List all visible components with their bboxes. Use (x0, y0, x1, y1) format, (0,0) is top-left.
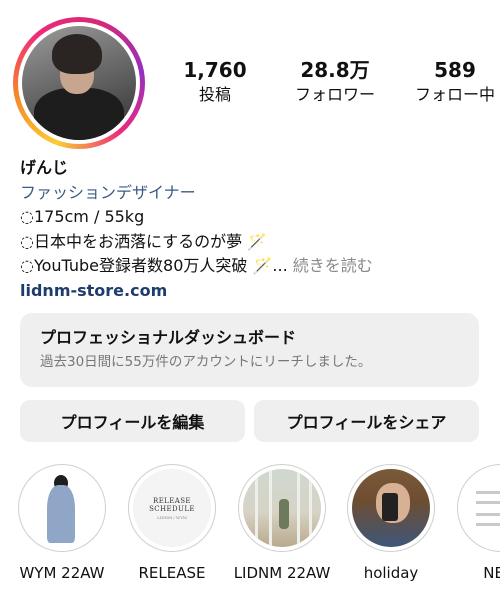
highlight-wym-22aw[interactable]: WYM 22AW (7, 464, 117, 582)
posts-stat[interactable]: 1,760 投稿 (175, 58, 255, 106)
posts-count: 1,760 (183, 58, 247, 82)
highlight-cover-image (23, 469, 101, 547)
highlight-ring: RELEASE SCHEDULE LIDNM / WYM (128, 464, 216, 552)
story-highlights: WYM 22AW RELEASE SCHEDULE LIDNM / WYM RE… (0, 464, 500, 600)
bio-line-text: ◌YouTube登録者数80万人突破 🪄... (20, 256, 288, 275)
dashboard-title: プロフェッショナルダッシュボード (40, 328, 297, 347)
profile-category: ファッションデザイナー (20, 182, 196, 202)
tree-trunk-shape (255, 469, 258, 547)
profile-action-buttons: プロフィールを編集 プロフィールをシェア (20, 400, 479, 442)
text-line-shape (476, 513, 500, 516)
highlight-ring (18, 464, 106, 552)
person-shape (279, 499, 289, 529)
tree-trunk-shape (297, 469, 300, 547)
tree-trunk-shape (269, 469, 272, 547)
following-count: 589 (434, 58, 476, 82)
avatar-inner (18, 22, 140, 144)
dashboard-subtitle: 過去30日間に55万件のアカウントにリーチしました。 (40, 354, 372, 370)
profile-stats: 1,760 投稿 28.8万 フォロワー 589 フォロー中 (175, 58, 495, 106)
highlight-label: NEW (483, 564, 500, 582)
profile-bio: げんじ ファッションデザイナー ◌175cm / 55kg ◌日本中をお洒落にす… (20, 156, 490, 303)
phone-shape (382, 493, 398, 521)
highlight-label: WYM 22AW (19, 564, 105, 582)
profile-avatar[interactable] (13, 17, 145, 149)
profile-website-link[interactable]: lidnm-store.com (20, 279, 490, 304)
followers-label: フォロワー (294, 85, 375, 104)
following-stat[interactable]: 589 フォロー中 (415, 58, 495, 106)
share-profile-button[interactable]: プロフィールをシェア (254, 400, 479, 442)
highlight-label: RELEASE (138, 564, 206, 582)
followers-stat[interactable]: 28.8万 フォロワー (295, 58, 375, 106)
profile-name: げんじ (20, 158, 69, 177)
highlight-label: holiday (363, 564, 419, 582)
avatar-body-shape (34, 88, 124, 140)
highlight-cover-image (243, 469, 321, 547)
highlight-cover-image (352, 469, 430, 547)
highlight-lidnm-22aw[interactable]: LIDNM 22AW (227, 464, 337, 582)
edit-profile-button[interactable]: プロフィールを編集 (20, 400, 245, 442)
bio-line: ◌日本中をお洒落にするのが夢 🪄 (20, 231, 268, 251)
release-cover-title: RELEASE SCHEDULE (149, 496, 195, 513)
text-line-shape (476, 491, 500, 494)
bio-line-truncated: ◌YouTube登録者数80万人突破 🪄... 続きを読む (20, 254, 490, 279)
highlight-release[interactable]: RELEASE SCHEDULE LIDNM / WYM RELEASE (117, 464, 227, 582)
highlight-new[interactable]: NEW (446, 464, 500, 582)
professional-dashboard-card[interactable]: プロフェッショナルダッシュボード 過去30日間に55万件のアカウントにリーチしま… (20, 313, 479, 387)
highlight-holiday[interactable]: holiday (336, 464, 446, 582)
posts-label: 投稿 (198, 85, 231, 104)
highlight-ring (347, 464, 435, 552)
release-cover-subtitle: LIDNM / WYM (157, 514, 187, 520)
followers-count: 28.8万 (300, 58, 370, 82)
text-line-shape (476, 501, 500, 504)
highlight-cover-image (462, 469, 500, 547)
avatar-hair-shape (52, 34, 102, 74)
text-line-shape (476, 523, 500, 526)
highlight-ring (238, 464, 326, 552)
read-more-link[interactable]: 続きを読む (293, 256, 373, 275)
highlight-cover-image: RELEASE SCHEDULE LIDNM / WYM (133, 469, 211, 547)
figure-body-shape (47, 485, 75, 543)
bio-line: ◌175cm / 55kg (20, 207, 145, 226)
avatar-photo (22, 26, 136, 140)
highlight-ring (457, 464, 500, 552)
highlight-label: LIDNM 22AW (233, 564, 331, 582)
tree-trunk-shape (309, 469, 312, 547)
following-label: フォロー中 (414, 85, 495, 104)
